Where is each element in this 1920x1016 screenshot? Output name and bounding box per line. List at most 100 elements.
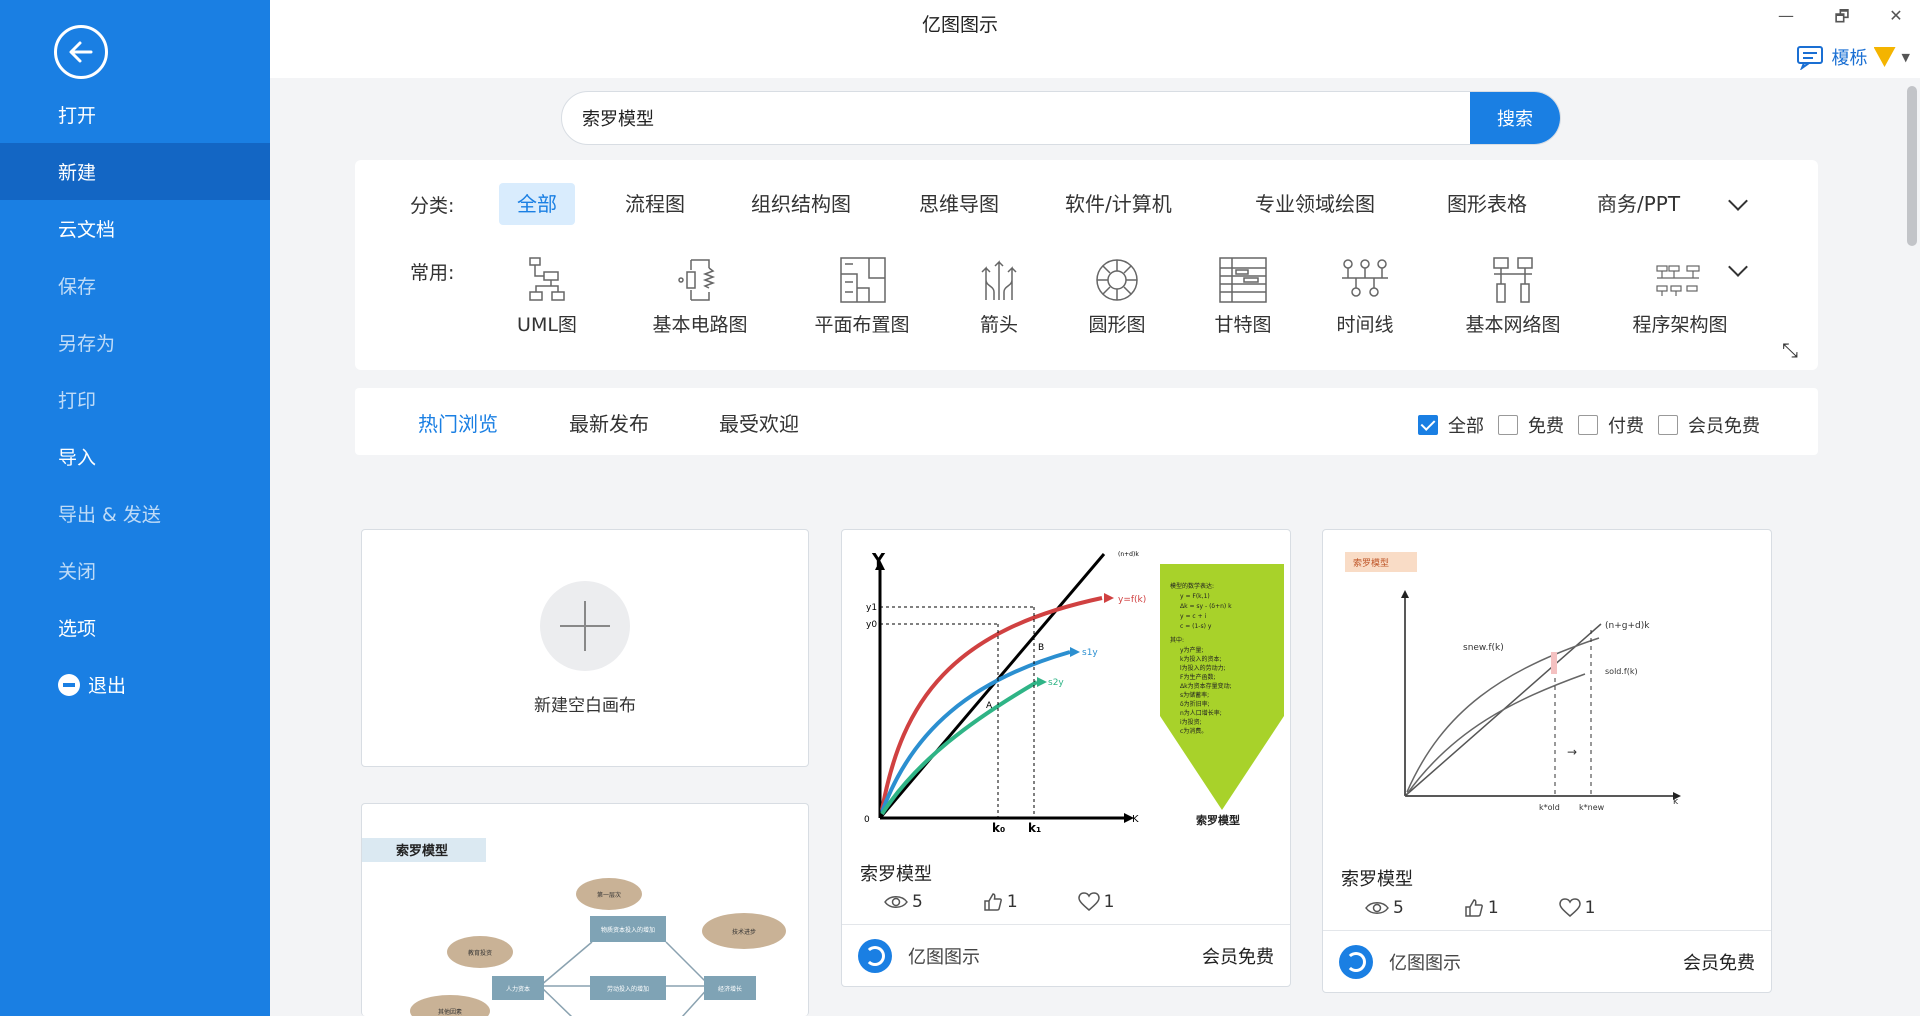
tab-popular[interactable]: 热门浏览 bbox=[418, 408, 498, 437]
curve-label: y=f(k) bbox=[1118, 595, 1146, 605]
note-line: Δk = sy - (δ+n) k bbox=[1180, 603, 1232, 610]
diagram-node: 其他因素 bbox=[438, 1008, 462, 1016]
category-mind-map[interactable]: 思维导图 bbox=[901, 183, 1017, 225]
category-professional[interactable]: 专业领域绘图 bbox=[1237, 183, 1393, 225]
template-stats: 5 1 1 bbox=[884, 892, 1114, 912]
category-flowchart[interactable]: 流程图 bbox=[607, 183, 703, 225]
search-button[interactable]: 搜索 bbox=[1470, 92, 1560, 144]
template-author: 亿图图示 bbox=[1389, 952, 1461, 974]
likes-stat[interactable]: 1 bbox=[983, 892, 1018, 912]
filter-free[interactable]: 免费 bbox=[1498, 412, 1564, 438]
sidebar-item-save-as[interactable]: 另存为 bbox=[0, 314, 270, 371]
template-label: UML图 bbox=[517, 314, 577, 336]
tab-newest[interactable]: 最新发布 bbox=[569, 408, 649, 437]
template-card[interactable]: Y K 0 y1 y0 y=f(k) s1y s2y (n+d)k A B k₀… bbox=[841, 529, 1291, 987]
category-org-chart[interactable]: 组织结构图 bbox=[733, 183, 869, 225]
sidebar-item-open[interactable]: 打开 bbox=[0, 86, 270, 143]
filter-label: 会员免费 bbox=[1688, 416, 1760, 437]
template-circuit[interactable]: 基本电路图 bbox=[645, 256, 755, 337]
template-card[interactable]: 索罗模型 (n+g+d)k snew.f(k) sold.f(k) k*old … bbox=[1322, 529, 1772, 993]
template-arrow[interactable]: 箭头 bbox=[959, 256, 1039, 337]
template-gantt[interactable]: 甘特图 bbox=[1203, 256, 1283, 337]
template-price: 会员免费 bbox=[1683, 952, 1755, 974]
note-line: s为储蓄率; bbox=[1180, 691, 1209, 699]
filter-free-checkbox[interactable] bbox=[1498, 415, 1518, 435]
sidebar-item-new[interactable]: 新建 bbox=[0, 143, 270, 200]
template-thumbnail: 索罗模型 第一层次 物质资本投入的增加 教育投资 人力资本 技术进步 劳动投入的… bbox=[362, 838, 786, 1016]
favorites-stat[interactable]: 1 bbox=[1077, 892, 1115, 912]
template-author: 亿图图示 bbox=[908, 946, 980, 968]
sidebar-item-options[interactable]: 选项 bbox=[0, 599, 270, 656]
favorites-stat[interactable]: 1 bbox=[1558, 898, 1596, 918]
thumbs-up-icon bbox=[984, 893, 1002, 911]
category-graphic-table[interactable]: 图形表格 bbox=[1429, 183, 1545, 225]
filter-label: 全部 bbox=[1448, 416, 1484, 437]
minimize-button[interactable]: — bbox=[1774, 6, 1798, 25]
sidebar-item-print[interactable]: 打印 bbox=[0, 371, 270, 428]
template-label: 时间线 bbox=[1336, 314, 1394, 336]
x-axis-label: K bbox=[1132, 814, 1139, 825]
template-stats: 5 1 1 bbox=[1365, 898, 1595, 918]
template-floor-plan[interactable]: 平面布置图 bbox=[807, 256, 917, 337]
filter-member-free-checkbox[interactable] bbox=[1658, 415, 1678, 435]
scroll-thumb[interactable] bbox=[1907, 86, 1917, 246]
category-label: 分类: bbox=[410, 195, 455, 217]
sidebar-item-export[interactable]: 导出 & 发送 bbox=[0, 485, 270, 542]
note-line: c = (1-s) y bbox=[1180, 623, 1212, 630]
chevron-down-icon[interactable] bbox=[1728, 191, 1748, 211]
template-footer: 亿图图示 会员免费 bbox=[1323, 930, 1771, 992]
scrollbar[interactable] bbox=[1904, 86, 1920, 1016]
thumbnail-tag: 索罗模型 bbox=[396, 843, 448, 859]
category-software[interactable]: 软件/计算机 bbox=[1047, 183, 1190, 225]
sidebar-item-cloud-docs[interactable]: 云文档 bbox=[0, 200, 270, 257]
architecture-icon bbox=[1656, 265, 1700, 296]
thumbnail-tag: 索罗模型 bbox=[1353, 557, 1389, 569]
likes-count: 1 bbox=[1487, 898, 1499, 918]
diagram-node: 劳动投入的增加 bbox=[607, 985, 649, 993]
note-line: c为消费。 bbox=[1180, 727, 1207, 735]
restore-button[interactable]: 🗗 bbox=[1830, 6, 1854, 33]
filter-all[interactable]: 全部 bbox=[1418, 412, 1484, 438]
thumbs-up-icon bbox=[1465, 899, 1483, 917]
favorites-count: 1 bbox=[1103, 892, 1115, 912]
template-circular[interactable]: 圆形图 bbox=[1077, 256, 1157, 337]
note-line: Δk为资本存量变动; bbox=[1180, 682, 1232, 690]
sidebar-nav: 打开 新建 云文档 保存 另存为 打印 导入 导出 & 发送 关闭 选项 退出 bbox=[0, 86, 270, 713]
template-title: 索罗模型 bbox=[860, 864, 932, 885]
favorites-count: 1 bbox=[1584, 898, 1596, 918]
minus-circle-icon bbox=[58, 673, 80, 696]
user-menu[interactable]: 榎栎 ▼ bbox=[1796, 44, 1910, 70]
filter-paid[interactable]: 付费 bbox=[1578, 412, 1644, 438]
template-network[interactable]: 基本网络图 bbox=[1453, 256, 1573, 337]
template-program-architecture[interactable]: 程序架构图 bbox=[1615, 256, 1745, 337]
filter-member-free[interactable]: 会员免费 bbox=[1658, 412, 1760, 438]
filter-all-checkbox[interactable] bbox=[1418, 415, 1438, 435]
diagram-node: 人力资本 bbox=[506, 985, 530, 993]
arrow-left-icon bbox=[69, 41, 93, 63]
tick-label: k*old bbox=[1539, 803, 1560, 812]
window-title: 亿图图示 bbox=[921, 14, 998, 36]
template-label: 基本网络图 bbox=[1465, 314, 1561, 336]
back-button[interactable] bbox=[54, 25, 108, 79]
sidebar-item-exit[interactable]: 退出 bbox=[0, 656, 270, 713]
new-blank-canvas-card[interactable]: 新建空白画布 bbox=[361, 529, 809, 767]
expand-icon[interactable]: ⤡ bbox=[1782, 338, 1798, 362]
sidebar-item-close[interactable]: 关闭 bbox=[0, 542, 270, 599]
edraw-logo-icon bbox=[858, 938, 892, 973]
new-canvas-label: 新建空白画布 bbox=[534, 695, 636, 716]
sidebar-item-import[interactable]: 导入 bbox=[0, 428, 270, 485]
close-button[interactable]: ✕ bbox=[1884, 6, 1908, 25]
template-label: 箭头 bbox=[979, 314, 1018, 336]
template-timeline[interactable]: 时间线 bbox=[1325, 256, 1405, 337]
filter-paid-checkbox[interactable] bbox=[1578, 415, 1598, 435]
tab-favorite[interactable]: 最受欢迎 bbox=[719, 408, 799, 437]
category-business-ppt[interactable]: 商务/PPT bbox=[1579, 183, 1698, 225]
sidebar-item-save[interactable]: 保存 bbox=[0, 257, 270, 314]
template-card[interactable]: 索罗模型 第一层次 物质资本投入的增加 教育投资 人力资本 技术进步 劳动投入的… bbox=[361, 803, 809, 1016]
likes-stat[interactable]: 1 bbox=[1464, 898, 1499, 918]
title-bar: 亿图图示 — 🗗 ✕ 榎栎 ▼ bbox=[270, 0, 1920, 78]
search-input[interactable] bbox=[582, 92, 1282, 144]
template-uml[interactable]: UML图 bbox=[507, 256, 587, 337]
y-axis-label: Y bbox=[871, 550, 886, 571]
category-all[interactable]: 全部 bbox=[499, 183, 575, 225]
